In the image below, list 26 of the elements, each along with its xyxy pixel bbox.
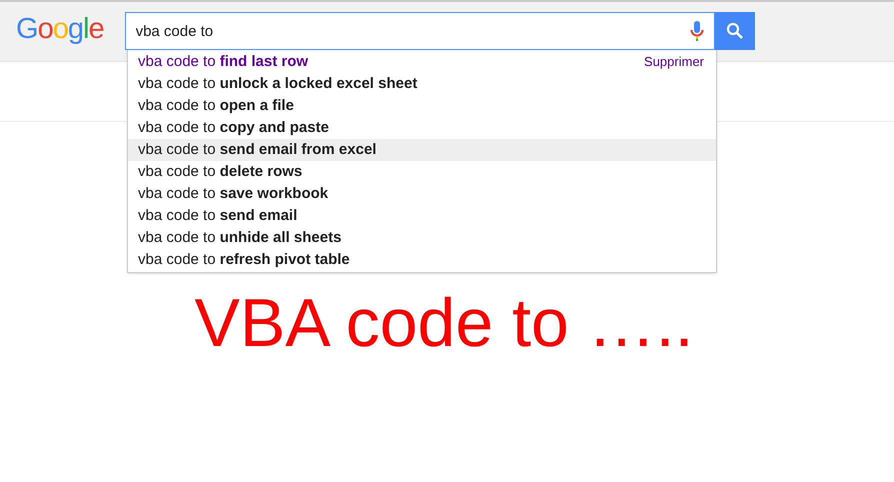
suggestion-item[interactable]: vba code to find last row Supprimer	[128, 51, 716, 73]
suggestion-item[interactable]: vba code to delete rows	[128, 161, 716, 183]
suggestion-text: vba code to delete rows	[138, 162, 302, 182]
suggestion-item[interactable]: vba code to send email	[128, 205, 716, 227]
suggestion-item[interactable]: vba code to copy and paste	[128, 117, 716, 139]
suggestion-text: vba code to unhide all sheets	[138, 228, 342, 248]
caption: VBA code to …..	[194, 289, 694, 357]
suggestion-text: vba code to unlock a locked excel sheet	[138, 74, 418, 94]
suggestion-text: vba code to refresh pivot table	[138, 250, 350, 270]
remove-link[interactable]: Supprimer	[644, 52, 704, 72]
suggestion-text: vba code to save workbook	[138, 184, 328, 204]
suggestion-item[interactable]: vba code to refresh pivot table	[128, 249, 716, 271]
suggestion-text: vba code to open a file	[138, 96, 294, 116]
search-button[interactable]	[714, 12, 755, 50]
suggestion-item[interactable]: vba code to open a file	[128, 95, 716, 117]
suggestion-text: vba code to find last row	[138, 52, 308, 72]
suggestion-text: vba code to send email from excel	[138, 140, 376, 160]
suggestion-text: vba code to copy and paste	[138, 118, 329, 138]
suggestion-text: vba code to send email	[138, 206, 298, 226]
suggestion-item[interactable]: vba code to unhide all sheets	[128, 227, 716, 249]
search-field[interactable]: vba code to	[124, 12, 715, 50]
search-icon	[726, 22, 744, 40]
suggestion-item[interactable]: vba code to unlock a locked excel sheet	[128, 73, 716, 95]
suggestion-item[interactable]: vba code to save workbook	[128, 183, 716, 205]
microphone-icon[interactable]	[690, 20, 704, 42]
suggestion-item[interactable]: vba code to send email from excel	[128, 139, 716, 161]
